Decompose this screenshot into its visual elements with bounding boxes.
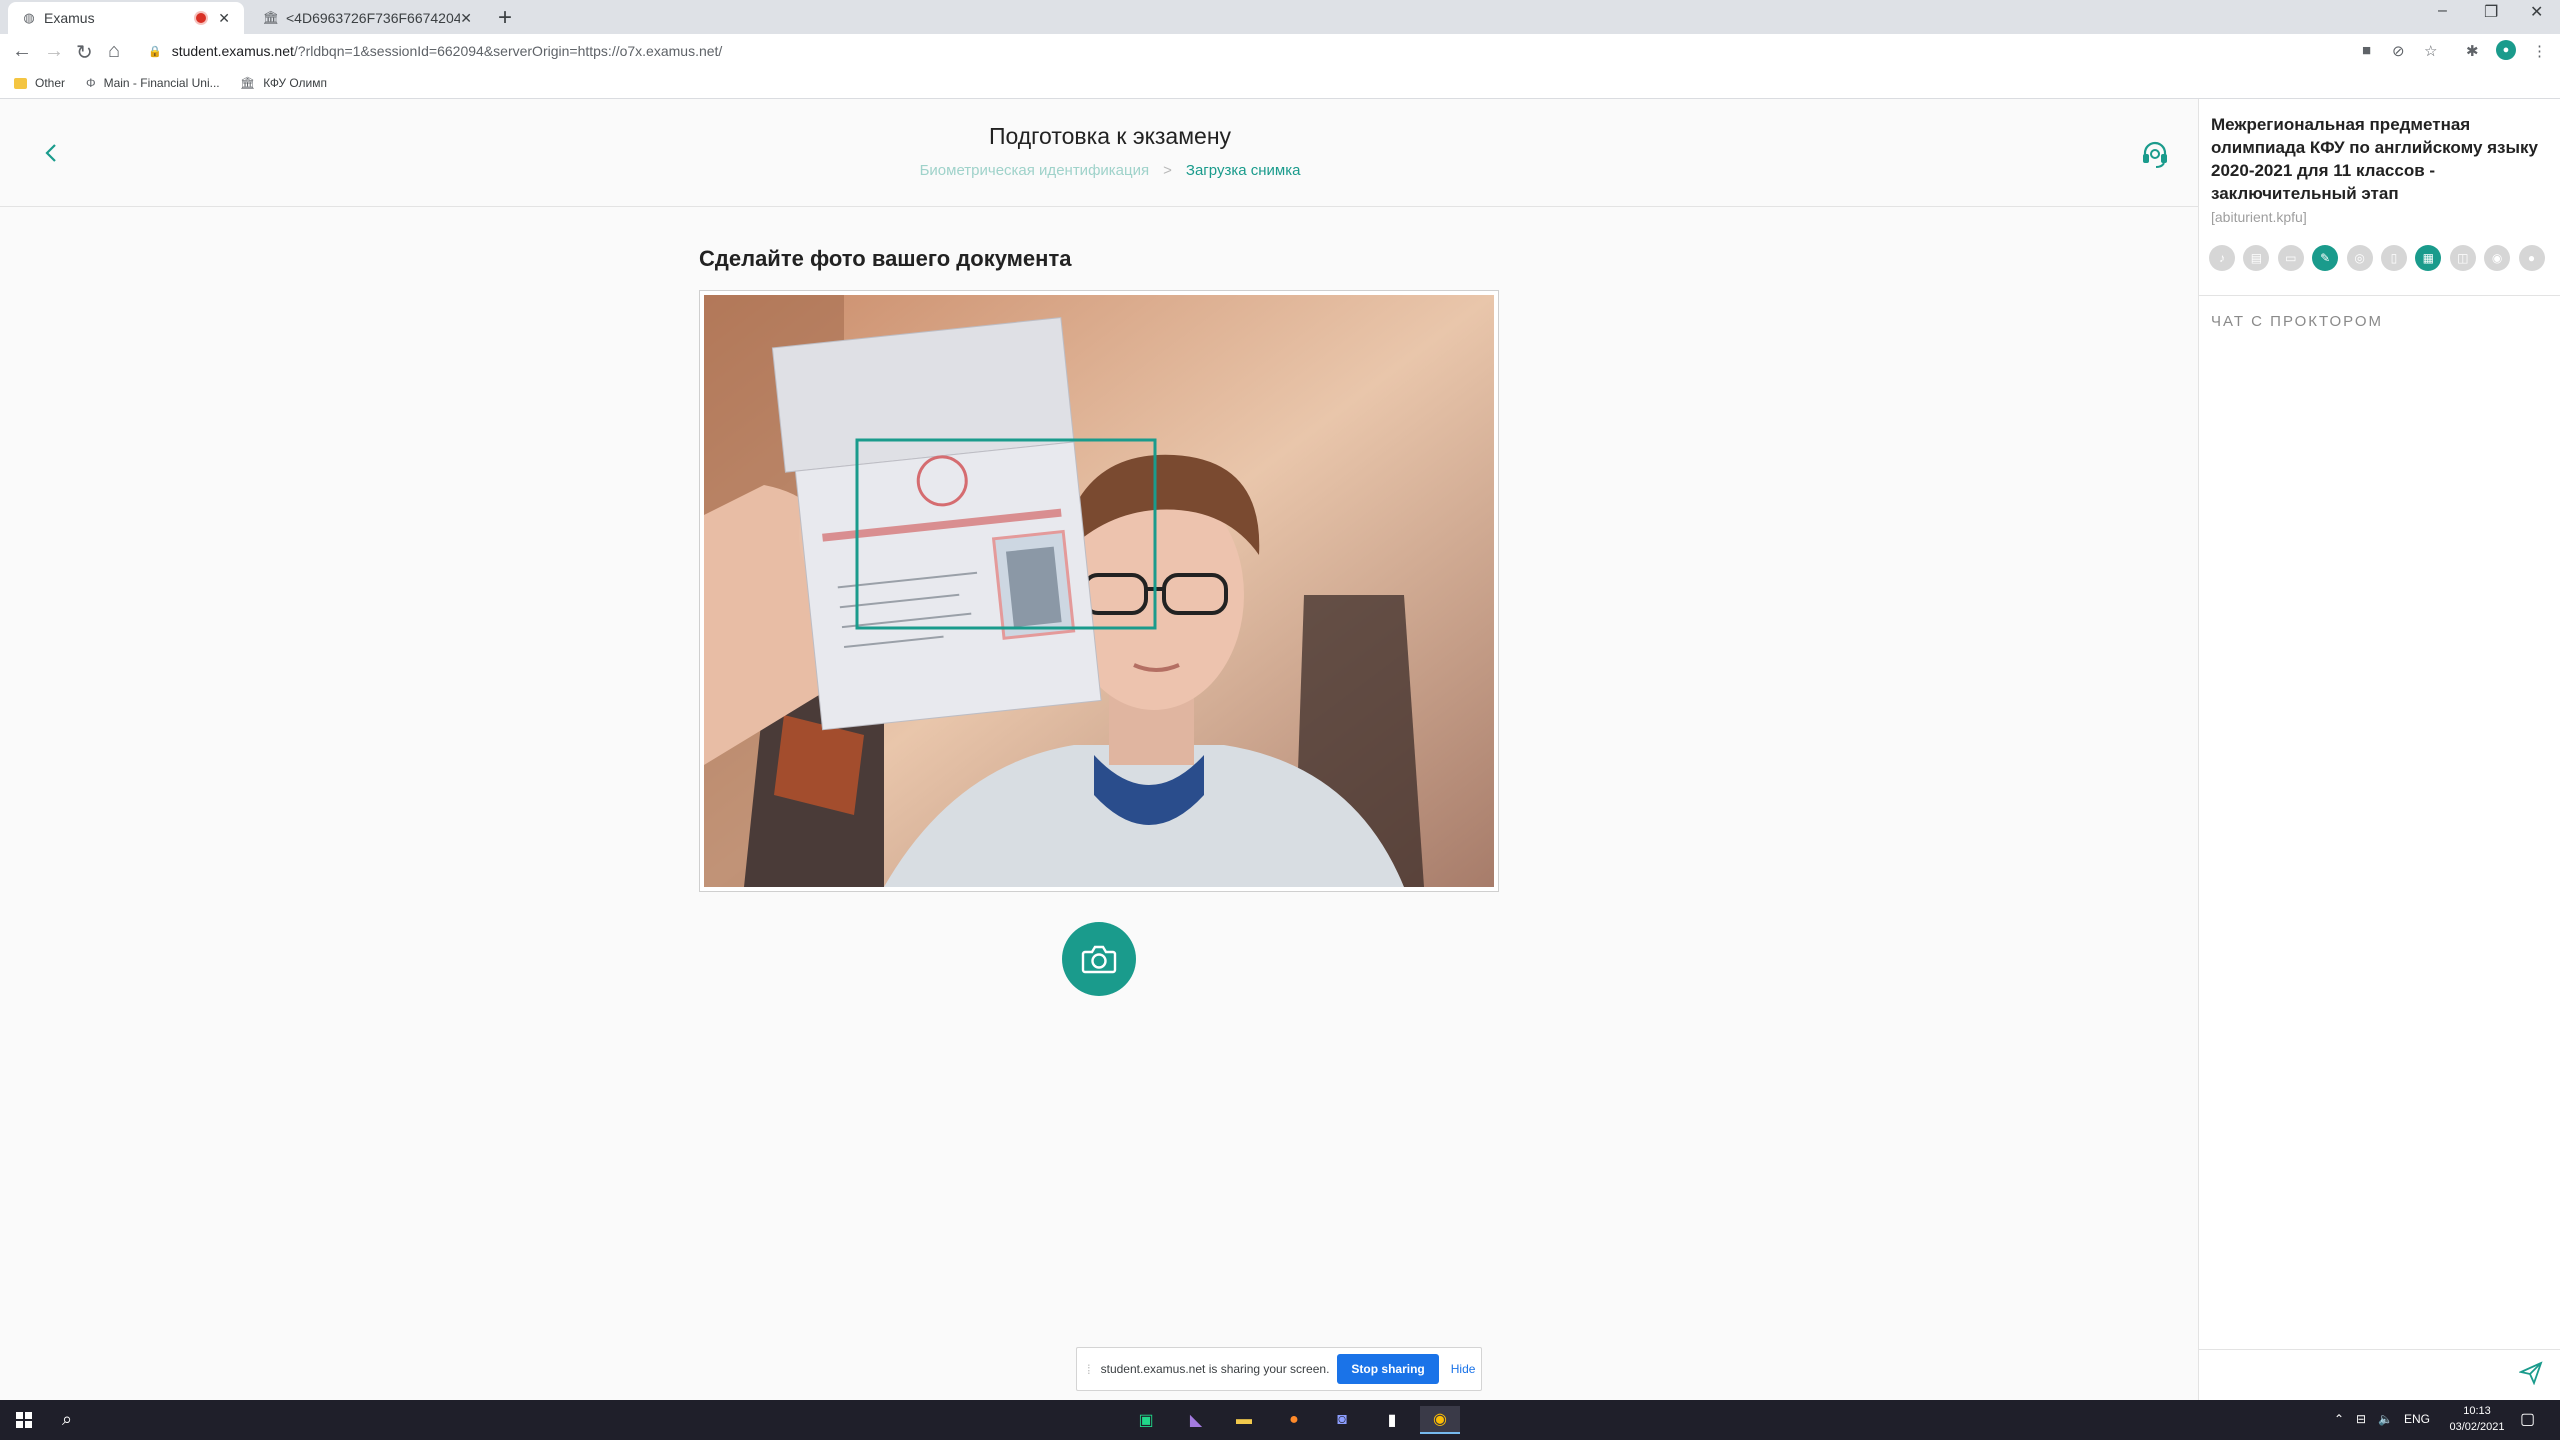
lock-icon: 🔒 — [148, 45, 162, 58]
breadcrumb-upload: Загрузка снимка — [1185, 162, 1301, 179]
start-button[interactable] — [16, 1412, 32, 1433]
forward-arrow-icon[interactable]: → — [44, 40, 64, 63]
reload-icon[interactable]: ↻ — [76, 40, 93, 65]
search-icon[interactable]: ⌕ — [62, 1409, 72, 1430]
person-icon: ● — [2518, 245, 2545, 271]
page-header: Подготовка к экзамену Биометрическая иде… — [0, 99, 2198, 207]
chrome-icon[interactable]: ◉ — [1420, 1406, 1460, 1434]
exam-organization: [abiturient.kpfu] — [2211, 209, 2307, 225]
file-explorer-icon[interactable]: ▬ — [1224, 1406, 1264, 1434]
bookmarks-bar: Other Φ Main - Financial Uni... 🏛 КФУ Ол… — [0, 68, 2560, 99]
tab-title: <4D6963726F736F6674204 — [286, 10, 461, 26]
proctor-chat-label: ЧАТ С ПРОКТОРОМ — [2211, 313, 2384, 330]
eye-icon: ◉ — [2484, 245, 2511, 271]
tab-examus[interactable]: ◍ Examus ✕ — [8, 2, 244, 34]
chat-icon: ◫ — [2449, 245, 2476, 271]
institution-icon: 🏛 — [262, 10, 280, 25]
chat-input-area[interactable] — [2199, 1349, 2560, 1350]
network-icon[interactable]: ⊟ — [2356, 1412, 2366, 1426]
support-headset-button[interactable] — [2140, 139, 2170, 174]
window-close-button[interactable]: ✕ — [2530, 2, 2543, 22]
notepad-icon[interactable]: ▮ — [1372, 1406, 1412, 1434]
take-photo-button[interactable] — [1062, 922, 1136, 996]
firefox-icon[interactable]: ● — [1274, 1406, 1314, 1434]
menu-icon[interactable]: ⋮ — [2532, 42, 2547, 60]
webcam-feed — [704, 295, 1494, 887]
volume-icon[interactable]: 🔈 — [2378, 1412, 2393, 1426]
browser-tabstrip: ◍ Examus ✕ 🏛 <4D6963726F736F6674204 ✕ + … — [0, 0, 2560, 34]
camera-preview — [699, 290, 1499, 892]
calculator-icon: ▦ — [2415, 245, 2442, 271]
send-message-button[interactable] — [2518, 1361, 2543, 1390]
screen-share-bar: ⁞ student.examus.net is sharing your scr… — [1076, 1347, 1482, 1391]
windows-taskbar: ⌕ ▣ ◣ ▬ ● ◙ ▮ ◉ ⌃ ⊟ 🔈 ENG 10:13 03/02/20… — [0, 1400, 2560, 1440]
document-photo-heading: Сделайте фото вашего документа — [699, 246, 1072, 271]
globe-icon: ◎ — [2346, 245, 2373, 271]
hide-button[interactable]: Hide — [1451, 1362, 1476, 1376]
camera-in-use-icon[interactable]: ■ — [2362, 42, 2371, 59]
minimize-button[interactable]: – — [2438, 2, 2447, 20]
exam-sidebar: Межрегиональная предметная олимпиада КФУ… — [2198, 99, 2560, 1400]
bookmark-kfu-olymp[interactable]: 🏛 КФУ Олимп — [240, 76, 327, 90]
tab-title: Examus — [44, 10, 95, 26]
back-arrow-icon[interactable]: ← — [12, 40, 32, 63]
notifications-icon[interactable]: ▢ — [2520, 1409, 2535, 1429]
system-clock[interactable]: 10:13 03/02/2021 — [2440, 1403, 2514, 1435]
home-icon[interactable]: ⌂ — [108, 40, 120, 63]
clock-time: 10:13 — [2463, 1405, 2491, 1417]
share-message: student.examus.net is sharing your scree… — [1100, 1362, 1330, 1376]
folder-icon — [14, 77, 27, 89]
edit-icon: ✎ — [2312, 245, 2339, 271]
bookmark-other[interactable]: Other — [14, 76, 65, 90]
breadcrumb-biometric[interactable]: Биометрическая идентификация — [920, 162, 1150, 179]
tab-document[interactable]: 🏛 <4D6963726F736F6674204 ✕ — [250, 2, 486, 34]
url-path: /?rldbqn=1&sessionId=662094&serverOrigin… — [293, 43, 723, 59]
institution-icon: 🏛 — [240, 76, 256, 90]
url-host: student.examus.net — [171, 43, 294, 59]
globe-icon: ◍ — [23, 10, 35, 25]
address-bar[interactable]: 🔒 student.examus.net/?rldbqn=1&sessionId… — [148, 38, 2348, 64]
microphone-icon: ♪ — [2209, 245, 2235, 271]
profile-avatar[interactable]: ● — [2496, 40, 2516, 60]
breadcrumb: Биометрическая идентификация > Загрузка сн… — [0, 162, 2220, 179]
bookmark-financial-university[interactable]: Φ Main - Financial Uni... — [86, 76, 220, 90]
headset-icon — [2143, 141, 2167, 168]
book-icon: ▤ — [2243, 245, 2270, 271]
phone-icon: ▯ — [2380, 245, 2407, 271]
exam-rules-icons: ♪ ▤ ▭ ✎ ◎ ▯ ▦ ◫ ◉ ● — [2209, 245, 2553, 271]
stop-sharing-button[interactable]: Stop sharing — [1337, 1354, 1439, 1384]
recording-icon — [196, 13, 207, 23]
chevron-up-icon[interactable]: ⌃ — [2334, 1412, 2344, 1426]
page-title: Подготовка к экзамену — [988, 123, 1232, 149]
drag-handle-icon[interactable]: ⁞ — [1087, 1362, 1091, 1377]
exam-title: Межрегиональная предметная олимпиада КФУ… — [2211, 115, 2538, 203]
browser-toolbar: ← → ↻ ⌂ 🔒 student.examus.net/?rldbqn=1&s… — [0, 34, 2560, 68]
eye-off-icon[interactable]: ⊘ — [2392, 42, 2405, 60]
close-icon[interactable]: ✕ — [460, 10, 472, 27]
restore-button[interactable]: ❐ — [2484, 2, 2498, 22]
id-card-icon: ▭ — [2277, 245, 2304, 271]
divider — [2199, 295, 2560, 296]
star-icon[interactable]: ☆ — [2424, 42, 2437, 60]
visual-studio-icon[interactable]: ◣ — [1176, 1406, 1216, 1434]
keyboard-language[interactable]: ENG — [2404, 1412, 2430, 1426]
new-tab-button[interactable]: + — [498, 4, 512, 32]
send-icon — [2518, 1361, 2543, 1386]
clock-date: 03/02/2021 — [2449, 1421, 2505, 1433]
chevron-right-icon: > — [1163, 162, 1172, 179]
windows-logo-icon — [16, 1412, 32, 1428]
phi-icon: Φ — [86, 76, 96, 90]
discord-icon[interactable]: ◙ — [1322, 1406, 1362, 1434]
close-icon[interactable]: ✕ — [218, 10, 230, 27]
pycharm-icon[interactable]: ▣ — [1126, 1406, 1166, 1434]
puzzle-icon[interactable]: ✱ — [2466, 42, 2479, 60]
camera-icon — [1081, 945, 1117, 974]
